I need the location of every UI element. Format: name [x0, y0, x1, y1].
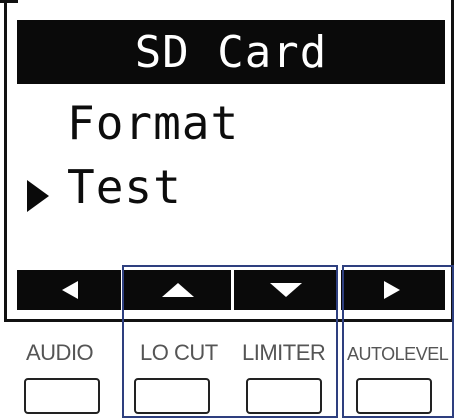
left-arrow-icon	[17, 270, 121, 310]
menu-item-test[interactable]: Test	[67, 160, 182, 214]
menu-item-format[interactable]: Format	[67, 96, 239, 150]
screen-title: SD Card	[17, 20, 445, 84]
selection-cursor-icon	[27, 180, 49, 212]
up-down-keys-highlight	[122, 265, 338, 418]
audio-button[interactable]	[24, 378, 100, 414]
audio-label: AUDIO	[26, 340, 94, 365]
device: SD Card Format Test AUDIO LO CUT LIMITER…	[0, 0, 454, 418]
right-key-highlight	[342, 265, 454, 418]
